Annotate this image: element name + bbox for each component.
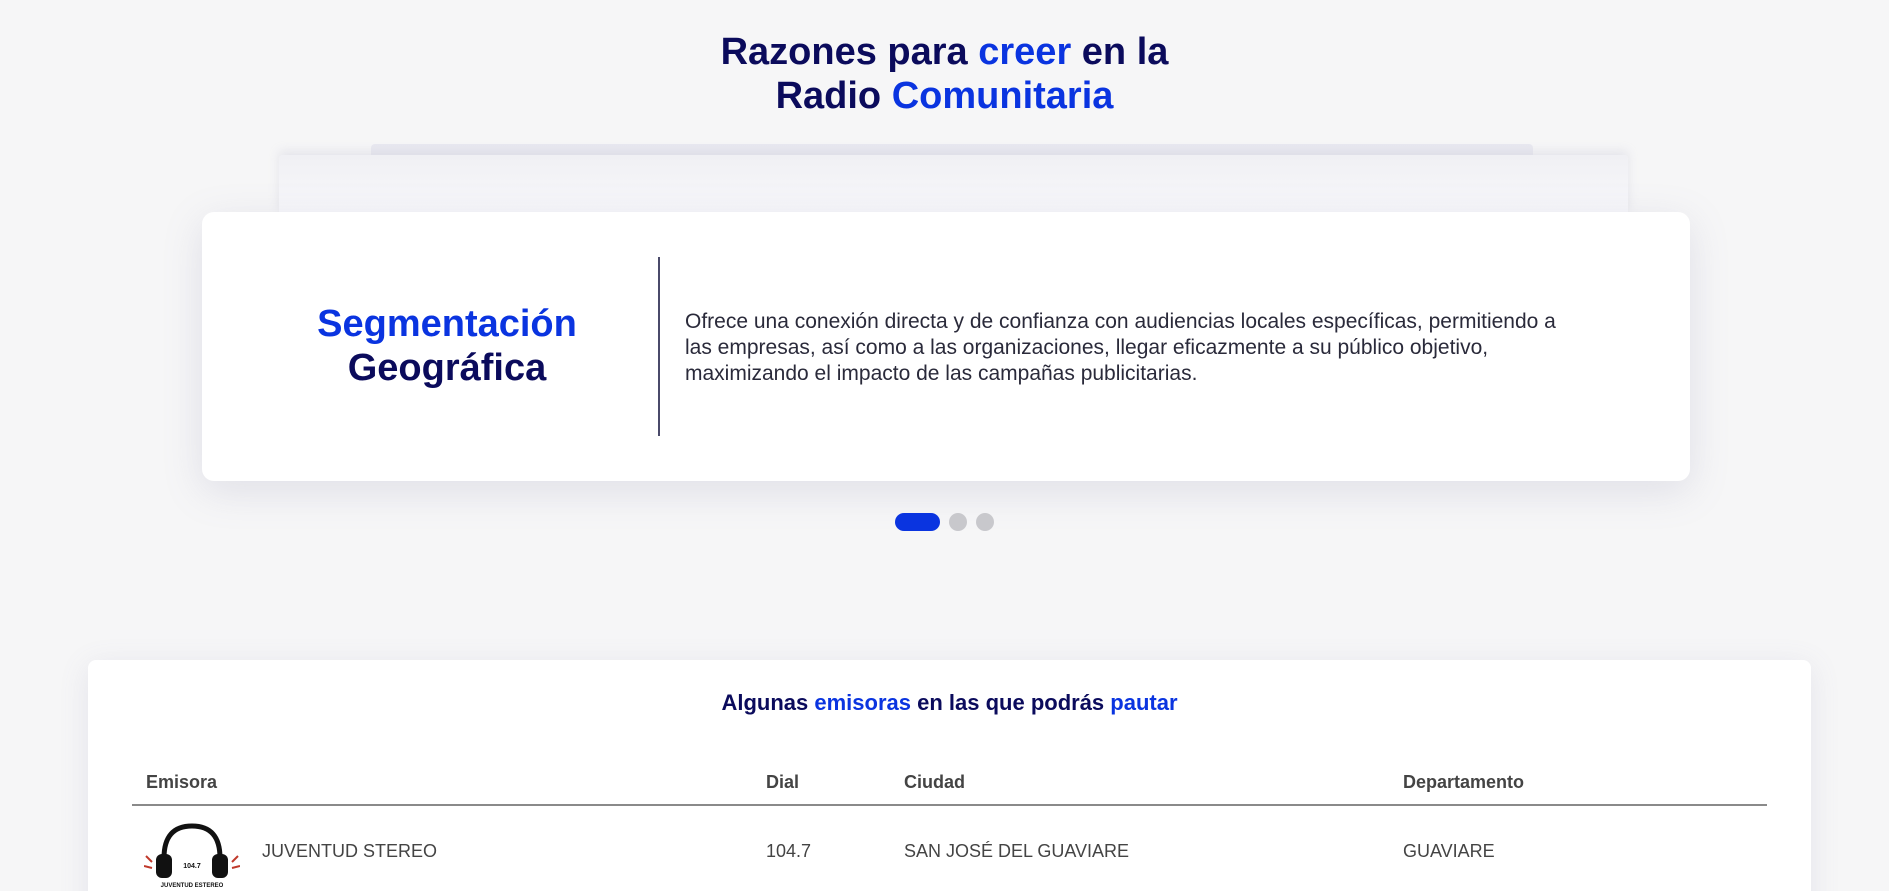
cell-dial: 104.7 [766, 841, 812, 861]
title-text: en la [1071, 31, 1169, 73]
cell-emisora: JUVENTUD STEREO [262, 841, 438, 861]
carousel-dot-3[interactable] [976, 513, 994, 531]
title-highlight: Comunitaria [891, 75, 1114, 117]
cell-ciudad: SAN JOSÉ DEL GUAVIARE [904, 841, 1130, 861]
column-header-ciudad: Ciudad [904, 772, 965, 792]
title-text: Razones para [720, 31, 979, 73]
column-header-dial: Dial [766, 772, 800, 792]
stations-title-highlight: emisoras [814, 690, 911, 715]
card-title-line1: Segmentación [317, 303, 577, 345]
station-logo: 104.7 JUVENTUD ESTEREO [144, 823, 240, 889]
stations-panel: Algunas emisoras en las que podrás pauta… [88, 660, 1811, 891]
carousel-dot-2[interactable] [949, 513, 967, 531]
stations-title-highlight: pautar [1110, 690, 1178, 715]
card-title-line2: Geográfica [347, 347, 547, 389]
title-text: Radio [775, 75, 892, 117]
station-logo-caption: JUVENTUD ESTEREO [161, 883, 224, 889]
column-header-emisora: Emisora [146, 772, 218, 792]
title-highlight: creer [978, 31, 1072, 73]
table-row: 104.7 JUVENTUD ESTEREO JUVENTUD STEREO 1… [132, 810, 1767, 890]
section-title: Razones para creer en la Radio Comunitar… [0, 30, 1889, 118]
cell-departamento: GUAVIARE [1403, 841, 1495, 861]
carousel-pagination [0, 513, 1889, 531]
card-description: Ofrece una conexión directa y de confian… [685, 310, 1556, 385]
stations-title-text: Algunas [721, 690, 815, 715]
table-header: Emisora Dial Ciudad Departamento [132, 772, 1767, 806]
card-title: Segmentación Geográfica [262, 302, 632, 390]
column-header-departamento: Departamento [1403, 772, 1525, 792]
carousel-stack-mid-card [279, 155, 1628, 215]
station-logo-dial: 104.7 [183, 863, 201, 870]
stations-title-text: en las que podrás [911, 690, 1111, 715]
carousel-dot-1[interactable] [895, 513, 940, 531]
carousel-card: Segmentación Geográfica Ofrece una conex… [202, 212, 1690, 481]
card-divider [658, 257, 660, 436]
stations-title: Algunas emisoras en las que podrás pauta… [88, 690, 1811, 716]
